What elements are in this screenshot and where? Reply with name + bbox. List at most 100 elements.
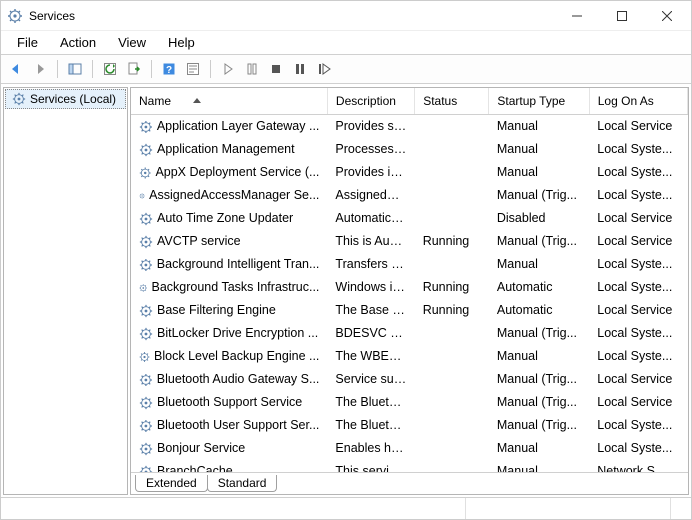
service-logon: Local Syste...	[589, 322, 687, 345]
start-service-button[interactable]	[217, 58, 239, 80]
column-header-description[interactable]: Description	[327, 88, 414, 115]
show-hide-console-button[interactable]	[64, 58, 86, 80]
service-name: AssignedAccessManager Se...	[149, 186, 319, 205]
service-logon: Local Service	[589, 299, 687, 322]
service-startup: Manual (Trig...	[489, 184, 589, 207]
menu-action[interactable]: Action	[50, 33, 106, 52]
services-grid-scroll[interactable]: Name Description Status Startup Type Log…	[131, 88, 688, 472]
column-header-logon[interactable]: Log On As	[589, 88, 687, 115]
service-startup: Manual	[489, 161, 589, 184]
table-row[interactable]: Background Tasks Infrastruc...Windows in…	[131, 276, 688, 299]
gear-icon	[139, 143, 153, 157]
table-row[interactable]: Block Level Backup Engine ...The WBENG..…	[131, 345, 688, 368]
service-status	[415, 253, 489, 276]
service-description: AssignedAc...	[327, 184, 414, 207]
service-status	[415, 184, 489, 207]
service-description: Automatica...	[327, 207, 414, 230]
table-row[interactable]: BranchCacheThis service ...ManualNetwork…	[131, 460, 688, 472]
table-row[interactable]: Base Filtering EngineThe Base Fil...Runn…	[131, 299, 688, 322]
minimize-button[interactable]	[554, 1, 599, 31]
service-startup: Manual (Trig...	[489, 414, 589, 437]
properties-button[interactable]	[182, 58, 204, 80]
table-row[interactable]: Application Layer Gateway ...Provides su…	[131, 115, 688, 139]
service-startup: Automatic	[489, 299, 589, 322]
service-name: Bluetooth User Support Ser...	[157, 416, 320, 435]
table-row[interactable]: Auto Time Zone UpdaterAutomatica...Disab…	[131, 207, 688, 230]
gear-icon	[139, 350, 150, 364]
table-row[interactable]: AssignedAccessManager Se... AssignedAc...…	[131, 184, 688, 207]
table-row[interactable]: Bluetooth Support ServiceThe Bluetoo...M…	[131, 391, 688, 414]
tab-extended[interactable]: Extended	[135, 475, 208, 492]
column-header-startup[interactable]: Startup Type	[489, 88, 589, 115]
table-row[interactable]: Bluetooth Audio Gateway S... Service sup.…	[131, 368, 688, 391]
service-status	[415, 115, 489, 139]
help-button[interactable]: ?	[158, 58, 180, 80]
service-name: BitLocker Drive Encryption ...	[157, 324, 318, 343]
tree-root-services-local[interactable]: Services (Local)	[5, 89, 126, 109]
column-header-status[interactable]: Status	[415, 88, 489, 115]
table-row[interactable]: Background Intelligent Tran... Transfers …	[131, 253, 688, 276]
service-description: Transfers fil...	[327, 253, 414, 276]
table-row[interactable]: AppX Deployment Service (... Provides inf…	[131, 161, 688, 184]
menu-help[interactable]: Help	[158, 33, 205, 52]
service-startup: Automatic	[489, 276, 589, 299]
service-logon: Local Syste...	[589, 276, 687, 299]
table-row[interactable]: BitLocker Drive Encryption ...BDESVC hos…	[131, 322, 688, 345]
service-logon: Local Service	[589, 368, 687, 391]
svg-text:?: ?	[166, 65, 172, 76]
menu-view[interactable]: View	[108, 33, 156, 52]
stop-service-button[interactable]	[265, 58, 287, 80]
service-name: Bluetooth Audio Gateway S...	[157, 370, 320, 389]
forward-button[interactable]	[29, 58, 51, 80]
gear-icon	[139, 327, 153, 341]
restart-service-button[interactable]	[313, 58, 335, 80]
service-name: Application Management	[157, 140, 295, 159]
service-description: This service ...	[327, 460, 414, 472]
table-row[interactable]: Bonjour ServiceEnables har...ManualLocal…	[131, 437, 688, 460]
service-logon: Local Service	[589, 115, 687, 139]
refresh-button[interactable]	[99, 58, 121, 80]
gear-icon	[139, 304, 153, 318]
pause-service-button-2[interactable]	[289, 58, 311, 80]
gear-icon	[139, 396, 153, 410]
service-description: Provides su...	[327, 115, 414, 139]
service-name: AppX Deployment Service (...	[155, 163, 319, 182]
menubar: File Action View Help	[1, 31, 691, 55]
service-description: Provides inf...	[327, 161, 414, 184]
tab-standard[interactable]: Standard	[207, 475, 278, 492]
table-row[interactable]: Bluetooth User Support Ser... The Bluetoo…	[131, 414, 688, 437]
column-header-name[interactable]: Name	[131, 88, 327, 115]
service-name: Bonjour Service	[157, 439, 245, 458]
table-row[interactable]: Application ManagementProcesses in...Man…	[131, 138, 688, 161]
service-description: The Bluetoo...	[327, 414, 414, 437]
app-icon	[7, 8, 23, 24]
service-description: Service sup...	[327, 368, 414, 391]
service-logon: Local Syste...	[589, 345, 687, 368]
service-startup: Manual (Trig...	[489, 391, 589, 414]
tree-pane: Services (Local)	[3, 87, 128, 495]
gear-icon	[139, 442, 153, 456]
service-status: Running	[415, 230, 489, 253]
service-status	[415, 207, 489, 230]
table-row[interactable]: AVCTP serviceThis is Audi...RunningManua…	[131, 230, 688, 253]
service-status: Running	[415, 299, 489, 322]
close-button[interactable]	[644, 1, 689, 31]
service-name: BranchCache	[157, 462, 233, 472]
gear-icon	[139, 373, 153, 387]
service-name: Base Filtering Engine	[157, 301, 276, 320]
service-logon: Local Syste...	[589, 184, 687, 207]
menu-file[interactable]: File	[7, 33, 48, 52]
service-name: Background Intelligent Tran...	[157, 255, 320, 274]
service-status	[415, 138, 489, 161]
service-status	[415, 322, 489, 345]
service-logon: Local Syste...	[589, 161, 687, 184]
maximize-button[interactable]	[599, 1, 644, 31]
gear-icon	[139, 465, 153, 473]
back-button[interactable]	[5, 58, 27, 80]
statusbar	[1, 497, 691, 519]
service-description: Windows in...	[327, 276, 414, 299]
service-status	[415, 437, 489, 460]
service-startup: Manual	[489, 253, 589, 276]
export-list-button[interactable]	[123, 58, 145, 80]
pause-service-button[interactable]	[241, 58, 263, 80]
